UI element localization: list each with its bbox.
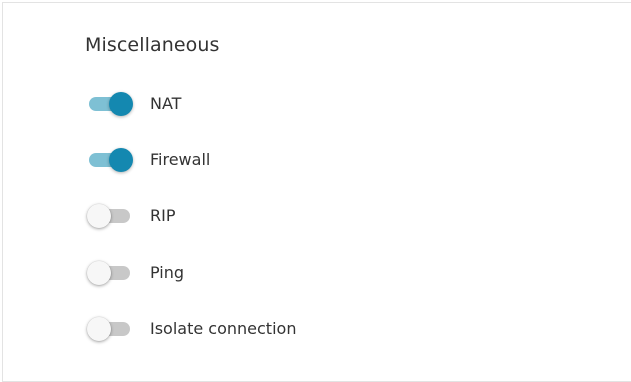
nat-switch[interactable] bbox=[89, 89, 136, 119]
switch-thumb bbox=[109, 92, 133, 116]
switch-thumb bbox=[87, 204, 111, 228]
rip-switch[interactable] bbox=[87, 201, 136, 231]
ping-label: Ping bbox=[150, 263, 185, 282]
toggle-row-nat[interactable]: NAT bbox=[89, 89, 181, 119]
toggle-row-ping[interactable]: Ping bbox=[87, 258, 185, 288]
firewall-switch[interactable] bbox=[89, 145, 136, 175]
firewall-label: Firewall bbox=[150, 150, 211, 169]
section-title: Miscellaneous bbox=[85, 34, 220, 56]
switch-thumb bbox=[87, 317, 111, 341]
isolate-connection-switch[interactable] bbox=[87, 314, 136, 344]
switch-thumb bbox=[109, 148, 133, 172]
rip-label: RIP bbox=[150, 206, 176, 225]
ping-switch[interactable] bbox=[87, 258, 136, 288]
switch-thumb bbox=[87, 261, 111, 285]
toggle-row-firewall[interactable]: Firewall bbox=[89, 145, 210, 175]
nat-label: NAT bbox=[150, 94, 182, 113]
toggle-row-rip[interactable]: RIP bbox=[87, 201, 176, 231]
isolate-connection-label: Isolate connection bbox=[150, 319, 297, 338]
toggle-row-isolate-connection[interactable]: Isolate connection bbox=[87, 314, 297, 344]
